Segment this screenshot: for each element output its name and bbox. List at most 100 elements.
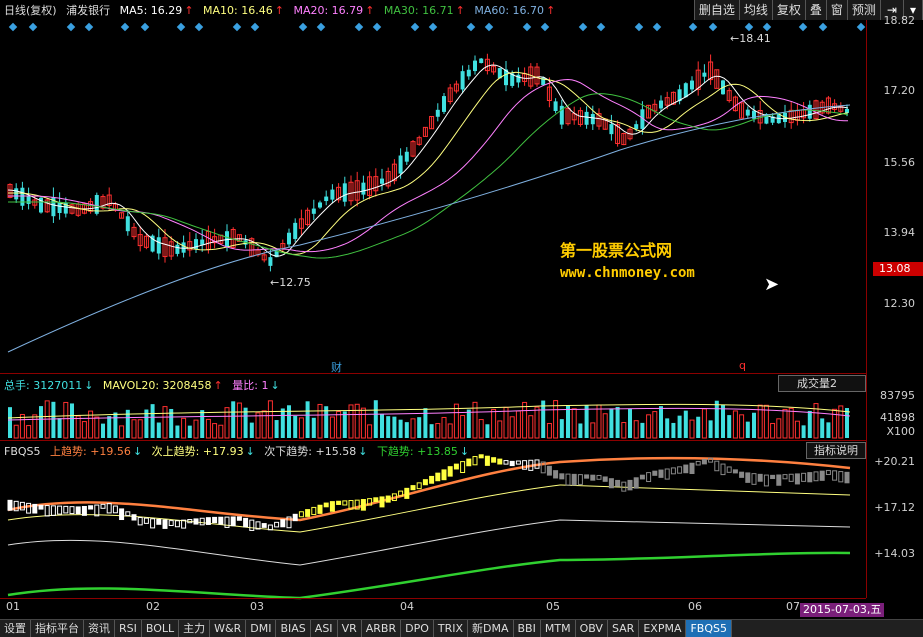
volume-bar bbox=[739, 414, 745, 439]
volume-bar bbox=[51, 401, 56, 438]
candle-body bbox=[584, 111, 589, 125]
volume-bar bbox=[776, 418, 782, 439]
candle-body bbox=[181, 242, 186, 253]
candle-body bbox=[466, 69, 471, 77]
volume-bar bbox=[274, 420, 279, 438]
tab-5[interactable]: 主力 bbox=[179, 620, 211, 637]
volume-bar bbox=[236, 402, 242, 439]
volume-bar bbox=[410, 418, 416, 439]
volume-bar bbox=[200, 410, 205, 438]
volume-bar bbox=[752, 412, 756, 438]
volume-bar bbox=[646, 414, 652, 439]
volume-bar bbox=[528, 415, 534, 439]
tab-8[interactable]: BIAS bbox=[276, 620, 311, 637]
indicator-tab-bar: 设置 指标平台 资讯 RSI BOLL 主力 W&R DMI BIAS ASI VR ARBR DPO T… bbox=[0, 619, 923, 637]
tab-4[interactable]: BOLL bbox=[142, 620, 180, 637]
volume-bar bbox=[478, 419, 484, 439]
indicator-bar bbox=[274, 521, 280, 528]
tab-20[interactable]: FBQS5 bbox=[686, 620, 732, 637]
volume-bar bbox=[596, 404, 602, 439]
indicator-bar bbox=[243, 517, 249, 528]
tab-14[interactable]: 新DMA bbox=[468, 620, 514, 637]
sub-up-trend-line bbox=[7, 484, 851, 533]
candle-body bbox=[125, 216, 130, 232]
volume-bar bbox=[820, 418, 825, 438]
indicator-bar bbox=[732, 469, 738, 474]
tab-1[interactable]: 指标平台 bbox=[31, 620, 84, 637]
indicator-bar bbox=[478, 454, 484, 459]
indicator-bar bbox=[32, 503, 38, 514]
up-trend-line bbox=[7, 456, 851, 522]
volume-bar bbox=[732, 410, 738, 439]
indicator-bar bbox=[509, 460, 515, 467]
tab-6[interactable]: W&R bbox=[210, 620, 247, 637]
volume-bar bbox=[249, 422, 254, 438]
indicator-bar bbox=[150, 518, 156, 529]
tab-15[interactable]: BBI bbox=[514, 620, 541, 637]
price-tick: 13.94 bbox=[883, 226, 916, 239]
volume-bar bbox=[280, 408, 285, 438]
price-tick: 18.82 bbox=[883, 14, 916, 27]
volume-bar bbox=[696, 416, 701, 438]
volume-bar bbox=[652, 411, 658, 439]
tab-0[interactable]: 设置 bbox=[0, 620, 31, 637]
volume-bar bbox=[628, 408, 632, 438]
tab-12[interactable]: DPO bbox=[401, 620, 434, 637]
volume-bar bbox=[417, 417, 422, 438]
tab-9[interactable]: ASI bbox=[311, 620, 338, 637]
tab-3[interactable]: RSI bbox=[115, 620, 142, 637]
indicator-bar bbox=[658, 469, 664, 478]
volume-bar bbox=[546, 423, 552, 439]
volume-indicator-select[interactable]: 成交量2 bbox=[778, 375, 866, 392]
indicator-bar bbox=[360, 499, 366, 511]
indicator-bar bbox=[491, 457, 497, 463]
sub-down-trend-readout: 次下趋势: +15.58 ↓ bbox=[264, 445, 368, 458]
indicator-bar bbox=[81, 505, 87, 516]
indicator-bar bbox=[807, 472, 813, 483]
tab-13[interactable]: TRIX bbox=[434, 620, 469, 637]
volume-bar bbox=[683, 410, 688, 438]
indicator-bar bbox=[813, 471, 819, 482]
volume-bar bbox=[404, 422, 409, 438]
indicator-bar bbox=[546, 465, 552, 476]
indicator-bar bbox=[280, 519, 286, 528]
volume-bar bbox=[131, 419, 137, 439]
volume-bar bbox=[255, 412, 261, 439]
tab-16[interactable]: MTM bbox=[541, 620, 576, 637]
q-marker[interactable]: q bbox=[739, 359, 746, 372]
tab-7[interactable]: DMI bbox=[246, 620, 277, 637]
indicator-bar bbox=[199, 517, 205, 526]
indicator-bar bbox=[819, 470, 825, 481]
month-tick: 02 bbox=[146, 600, 160, 613]
candle-body bbox=[26, 195, 31, 204]
tab-2[interactable]: 资讯 bbox=[84, 620, 115, 637]
volume-bar bbox=[714, 400, 719, 438]
indicator-bar bbox=[782, 474, 788, 480]
volume-bar bbox=[788, 407, 794, 439]
volume-bar bbox=[566, 405, 570, 438]
tab-11[interactable]: ARBR bbox=[362, 620, 402, 637]
volume-bar bbox=[832, 408, 838, 439]
indicator-bar bbox=[701, 459, 707, 465]
candle-body bbox=[175, 244, 180, 254]
indicator-bar bbox=[329, 501, 335, 512]
tab-17[interactable]: OBV bbox=[576, 620, 608, 637]
candle-body bbox=[330, 189, 335, 200]
volume-bar bbox=[360, 407, 366, 439]
indicator-help-button[interactable]: 指标说明 bbox=[806, 442, 866, 459]
tab-18[interactable]: SAR bbox=[608, 620, 640, 637]
indicator-bar bbox=[305, 509, 311, 517]
price-tick: 15.56 bbox=[883, 156, 916, 169]
tab-10[interactable]: VR bbox=[338, 620, 362, 637]
indicator-bar bbox=[7, 499, 13, 511]
finance-marker[interactable]: 财 bbox=[331, 359, 342, 375]
candle-body bbox=[435, 109, 440, 117]
indicator-bar bbox=[212, 516, 218, 524]
tab-19[interactable]: EXPMA bbox=[639, 620, 687, 637]
axis-divider bbox=[866, 20, 867, 598]
volume-bar bbox=[212, 423, 218, 439]
indicator-bar bbox=[602, 476, 608, 482]
indicator-bar bbox=[429, 475, 435, 484]
candle-body bbox=[361, 182, 366, 195]
volume-bar bbox=[101, 423, 105, 438]
